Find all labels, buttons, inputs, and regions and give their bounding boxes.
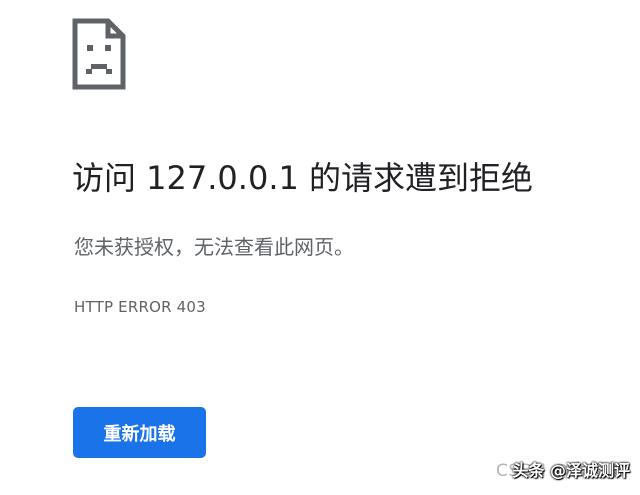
watermark: CSDN @李云龙 头条 @泽诚测评 [496, 456, 630, 482]
error-message: 您未获授权，无法查看此网页。 [74, 235, 354, 259]
sad-page-icon [72, 18, 126, 90]
error-heading: 访问 127.0.0.1 的请求遭到拒绝 [72, 159, 534, 197]
toutiao-watermark: 头条 @泽诚测评 [512, 460, 630, 480]
reload-button[interactable]: 重新加载 [73, 407, 206, 458]
error-code: HTTP ERROR 403 [74, 298, 206, 316]
